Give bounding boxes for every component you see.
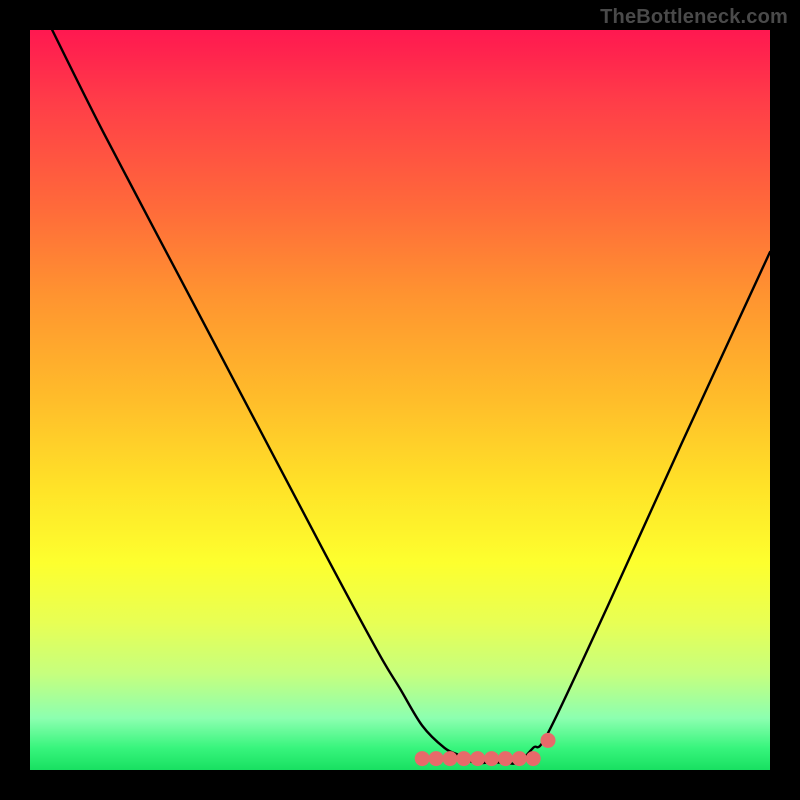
flat-region-markers	[415, 733, 556, 766]
marker-dot	[498, 751, 513, 766]
marker-dot	[512, 751, 527, 766]
marker-dot	[526, 751, 541, 766]
marker-dot	[456, 751, 471, 766]
marker-dot	[541, 733, 556, 748]
marker-dot	[484, 751, 499, 766]
watermark-text: TheBottleneck.com	[600, 6, 788, 29]
chart-stage: TheBottleneck.com	[0, 0, 800, 800]
marker-dot	[442, 751, 457, 766]
bottleneck-curve	[52, 30, 770, 764]
marker-dot	[470, 751, 485, 766]
chart-svg	[30, 30, 770, 770]
marker-dot	[415, 751, 430, 766]
marker-dot	[429, 751, 444, 766]
plot-area	[30, 30, 770, 770]
